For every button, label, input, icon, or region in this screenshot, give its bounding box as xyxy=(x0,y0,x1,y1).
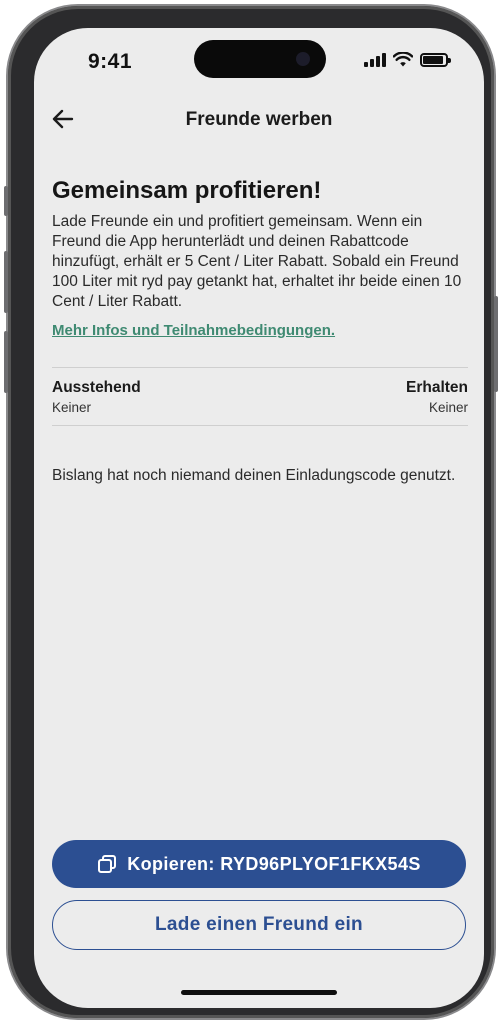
home-indicator xyxy=(181,990,337,995)
wifi-icon xyxy=(393,52,413,67)
referral-stats: Ausstehend Keiner Erhalten Keiner xyxy=(52,367,468,426)
nav-bar: Freunde werben xyxy=(34,100,484,140)
pending-label: Ausstehend xyxy=(52,379,141,396)
copy-icon xyxy=(98,855,117,873)
stats-row: Ausstehend Keiner Erhalten Keiner xyxy=(52,368,468,425)
pending-stat: Ausstehend Keiner xyxy=(52,379,141,415)
invite-button-label: Lade einen Freund ein xyxy=(155,914,363,935)
received-value: Keiner xyxy=(428,400,468,415)
page-title: Freunde werben xyxy=(185,109,333,130)
phone-frame: 9:41 Freunde werben Gemeinsam profitiere… xyxy=(4,6,498,1018)
copy-button-label: Kopieren: RYD96PLYOF1FKX54S xyxy=(127,853,421,874)
description-text: Lade Freunde ein und profitiert gemeinsa… xyxy=(52,213,462,310)
status-bar: 9:41 xyxy=(34,28,484,88)
invite-friend-button[interactable]: Lade einen Freund ein xyxy=(52,900,466,950)
headline: Gemeinsam profitieren! xyxy=(52,177,322,204)
camera-icon xyxy=(296,52,310,66)
copy-code-button[interactable]: Kopieren: RYD96PLYOF1FKX54S xyxy=(52,840,466,888)
signal-icon xyxy=(364,53,386,67)
volume-up-button xyxy=(4,251,8,313)
battery-icon xyxy=(420,53,451,67)
received-label: Erhalten xyxy=(405,379,468,396)
dynamic-island xyxy=(194,40,326,78)
empty-state-text: Bislang hat noch niemand deinen Einladun… xyxy=(52,467,456,484)
power-button xyxy=(494,296,498,392)
volume-down-button xyxy=(4,331,8,393)
main-content: Gemeinsam profitieren! Lade Freunde ein … xyxy=(52,176,468,486)
screen: 9:41 Freunde werben Gemeinsam profitiere… xyxy=(34,28,484,1008)
status-icons xyxy=(364,52,451,67)
pending-value: Keiner xyxy=(52,400,92,415)
divider-bottom xyxy=(52,425,468,426)
received-stat: Erhalten Keiner xyxy=(406,379,468,415)
silent-switch xyxy=(4,186,8,216)
status-time: 9:41 xyxy=(88,50,133,73)
terms-link[interactable]: Mehr Infos und Teilnahmebedingungen. xyxy=(52,322,468,339)
